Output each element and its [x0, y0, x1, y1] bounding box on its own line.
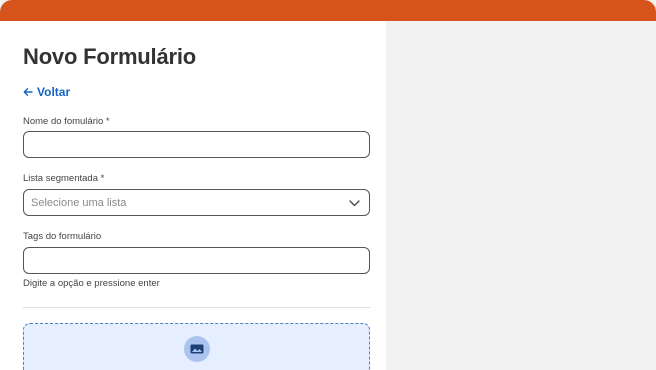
form-tags-label: Tags do formulário	[23, 231, 102, 242]
app-window: Novo Formulário Voltar Nome do fomulário…	[0, 0, 656, 370]
header-bar	[0, 0, 656, 21]
image-icon	[184, 336, 210, 362]
arrow-left-icon	[23, 87, 33, 97]
form-name-input[interactable]	[23, 131, 370, 158]
back-link-label: Voltar	[37, 85, 71, 99]
segmented-list-label: Lista segmentada *	[23, 173, 105, 184]
page-title: Novo Formulário	[23, 44, 197, 69]
form-tags-helper: Digite a opção e pressione enter	[23, 278, 160, 289]
back-link[interactable]: Voltar	[23, 85, 70, 99]
segmented-list-select[interactable]: Selecione uma lista	[23, 189, 370, 216]
form-name-label: Nome do fomulário *	[23, 116, 110, 127]
form-tags-input[interactable]	[23, 247, 370, 274]
divider	[23, 307, 370, 308]
image-upload-dropzone[interactable]	[23, 323, 370, 370]
segmented-list-value: Selecione uma lista	[31, 196, 127, 209]
chevron-down-icon	[349, 194, 360, 212]
